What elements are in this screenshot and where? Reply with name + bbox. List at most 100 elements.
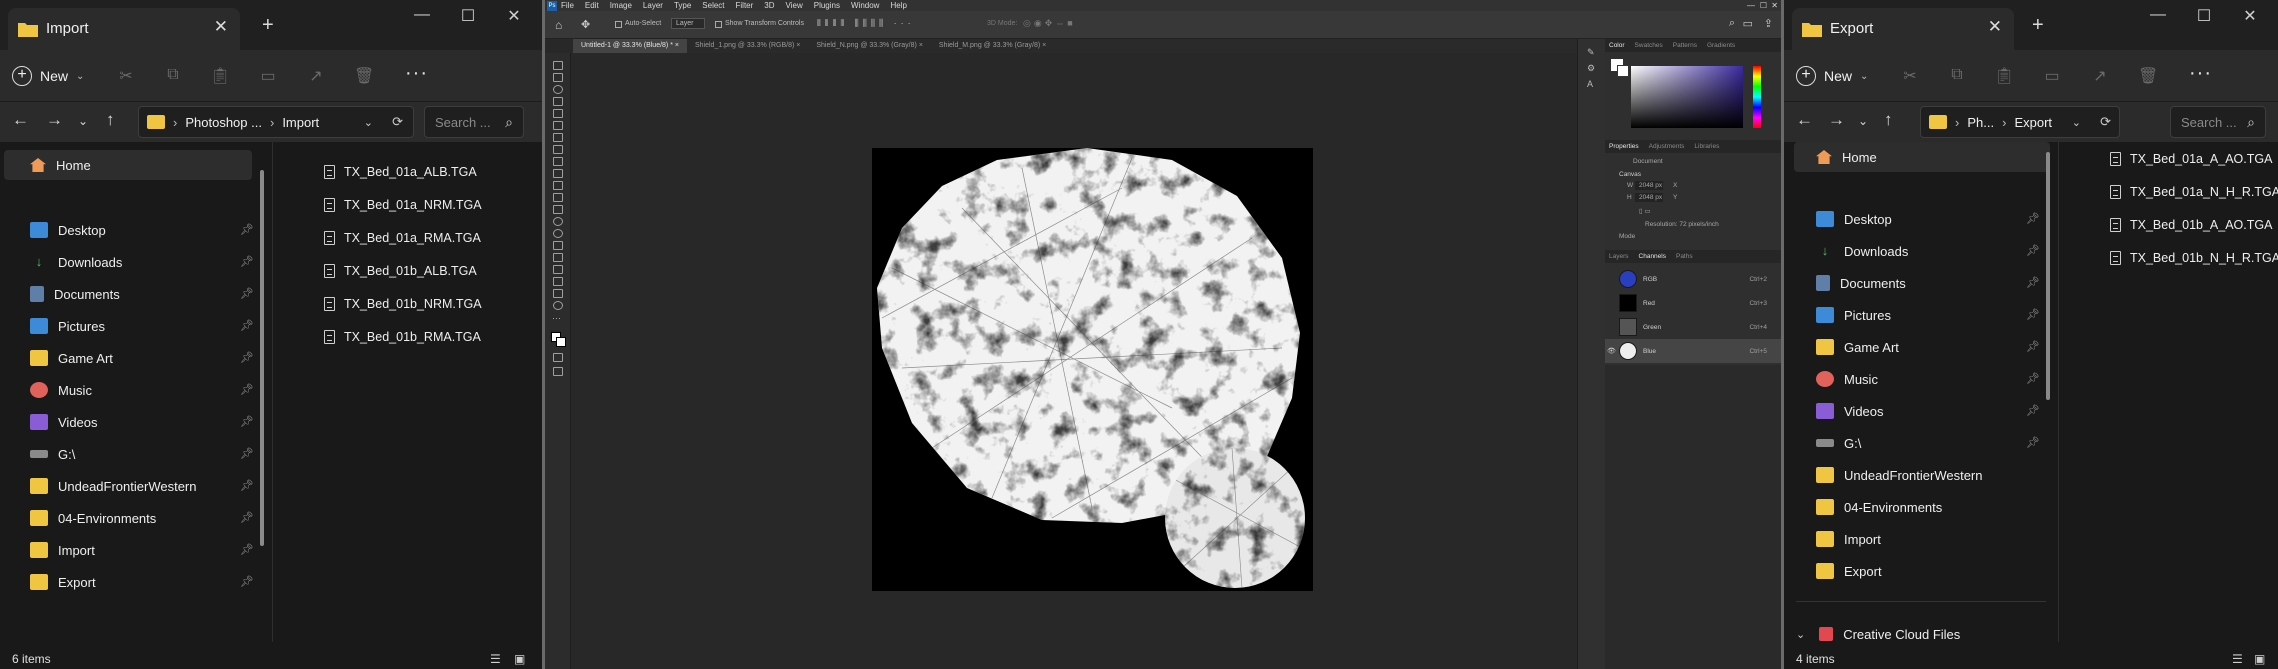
breadcrumb-item[interactable]: Export: [2014, 115, 2052, 130]
new-button[interactable]: + New ⌄: [12, 60, 84, 92]
tab-adjustments[interactable]: Adjustments: [1649, 143, 1685, 153]
document-canvas[interactable]: [872, 148, 1313, 591]
tab-properties[interactable]: Properties: [1609, 143, 1639, 153]
sidebar-item-04-environments[interactable]: 04-Environments: [1816, 492, 1942, 522]
tab-shield-1[interactable]: Shield_1.png @ 33.3% (RGB/8) ×: [687, 39, 808, 53]
forward-icon[interactable]: →: [46, 110, 63, 130]
pin-icon[interactable]: 📌︎: [2026, 244, 2040, 257]
quick-mask-icon[interactable]: [553, 353, 563, 362]
color-field[interactable]: [1631, 66, 1743, 128]
screen-mode-icon[interactable]: [553, 367, 563, 376]
tab-shield-m[interactable]: Shield_M.png @ 33.3% (Gray/8) ×: [931, 39, 1054, 53]
sidebar-item-home[interactable]: Home: [1794, 142, 2050, 172]
tab-channels[interactable]: Channels: [1639, 253, 1666, 263]
lasso-tool-icon[interactable]: [553, 85, 563, 94]
maximize-icon[interactable]: ☐: [1760, 1, 1767, 10]
up-icon[interactable]: ↑: [1884, 110, 1893, 130]
close-tab-icon[interactable]: ✕: [214, 17, 228, 37]
gradient-tool-icon[interactable]: [553, 205, 563, 214]
sidebar-item-pictures[interactable]: Pictures: [30, 311, 105, 341]
auto-select-checkbox[interactable]: [615, 21, 622, 28]
search-input[interactable]: Search ... ⌕: [2170, 106, 2266, 138]
back-icon[interactable]: ←: [1796, 110, 1813, 130]
pin-icon[interactable]: 📌︎: [240, 575, 254, 588]
sidebar-item-music[interactable]: Music: [30, 375, 92, 405]
tab-untitled-1[interactable]: Untitled-1 @ 33.3% (Blue/8) * ×: [573, 39, 687, 53]
tiles-view-icon[interactable]: ▣: [2254, 652, 2265, 666]
sidebar-item-desktop[interactable]: Desktop: [30, 215, 106, 245]
menu-filter[interactable]: Filter: [736, 1, 754, 10]
sidebar-item-04-environments[interactable]: 04-Environments: [30, 503, 156, 533]
pin-icon[interactable]: 📌︎: [240, 447, 254, 460]
delete-icon[interactable]: 🗑︎: [354, 66, 374, 86]
menu-3d[interactable]: 3D: [764, 1, 774, 10]
workspace-icon[interactable]: ▭: [1743, 17, 1753, 30]
file-item[interactable]: TX_Bed_01b_RMA.TGA: [324, 330, 481, 344]
minimize-icon[interactable]: —: [1747, 1, 1755, 10]
search-icon[interactable]: ⌕: [1729, 17, 1735, 30]
pin-icon[interactable]: 📌︎: [2026, 276, 2040, 289]
delete-icon[interactable]: 🗑︎: [2138, 66, 2158, 86]
menu-layer[interactable]: Layer: [643, 1, 663, 10]
pin-icon[interactable]: 📌︎: [2026, 212, 2040, 225]
sidebar-item-import[interactable]: Import: [1816, 524, 1881, 554]
menu-file[interactable]: File: [561, 1, 574, 10]
character-icon[interactable]: A: [1587, 79, 1593, 89]
recent-chevron-icon[interactable]: ⌄: [1858, 114, 1868, 128]
search-input[interactable]: Search ... ⌕: [424, 106, 524, 138]
sidebar-scrollbar[interactable]: [260, 170, 264, 546]
tab-export[interactable]: Export ✕: [1792, 8, 2014, 50]
chevron-down-icon[interactable]: ⌄: [2072, 116, 2081, 129]
sidebar-item-undeadfrontierwestern[interactable]: UndeadFrontierWestern: [1816, 460, 1983, 490]
breadcrumb-item[interactable]: Ph...: [1967, 115, 1994, 130]
pen-tool-icon[interactable]: [553, 241, 563, 250]
menu-type[interactable]: Type: [674, 1, 691, 10]
menu-view[interactable]: View: [786, 1, 803, 10]
forward-icon[interactable]: →: [1828, 110, 1845, 130]
pin-icon[interactable]: 📌︎: [240, 319, 254, 332]
menu-plugins[interactable]: Plugins: [814, 1, 840, 10]
new-tab-icon[interactable]: +: [2032, 14, 2044, 37]
artboard-tool-icon[interactable]: [553, 73, 563, 82]
eyedropper-tool-icon[interactable]: [553, 133, 563, 142]
pane-divider[interactable]: [2058, 142, 2059, 642]
share-icon[interactable]: ↗: [2090, 66, 2110, 86]
pane-divider[interactable]: [272, 142, 273, 642]
refresh-icon[interactable]: ⟳: [392, 114, 403, 130]
width-input[interactable]: 2048 px: [1635, 181, 1663, 190]
sidebar-scrollbar[interactable]: [2046, 152, 2050, 400]
sidebar-item-export[interactable]: Export: [30, 567, 96, 597]
sidebar-item-undeadfrontierwestern[interactable]: UndeadFrontierWestern: [30, 471, 197, 501]
menu-edit[interactable]: Edit: [585, 1, 599, 10]
copy-icon[interactable]: ⧉: [1947, 66, 1967, 86]
close-tab-icon[interactable]: ✕: [1988, 17, 2002, 37]
pin-icon[interactable]: 📌︎: [2026, 436, 2040, 449]
pin-icon[interactable]: 📌︎: [240, 415, 254, 428]
hand-tool-icon[interactable]: [553, 289, 563, 298]
sidebar-item-videos[interactable]: Videos: [1816, 396, 1884, 426]
sidebar-item-import[interactable]: Import: [30, 535, 95, 565]
transform-checkbox[interactable]: [715, 21, 722, 28]
tab-patterns[interactable]: Patterns: [1673, 42, 1697, 52]
pin-icon[interactable]: 📌︎: [2026, 404, 2040, 417]
dodge-tool-icon[interactable]: [553, 229, 563, 238]
channel-row-green[interactable]: Green Ctrl+4: [1605, 315, 1781, 339]
hue-slider[interactable]: [1753, 66, 1761, 128]
pin-icon[interactable]: 📌︎: [2026, 340, 2040, 353]
sidebar-item-g-drive[interactable]: G:\: [1816, 428, 1861, 458]
move-tool-icon[interactable]: ✥: [581, 18, 590, 31]
close-tab-icon[interactable]: ×: [919, 42, 923, 49]
chevron-down-icon[interactable]: ⌄: [364, 116, 373, 129]
tab-paths[interactable]: Paths: [1676, 253, 1693, 263]
share-icon[interactable]: ↗: [306, 66, 326, 86]
close-window-icon[interactable]: ✕: [494, 6, 534, 26]
pin-icon[interactable]: 📌︎: [240, 351, 254, 364]
file-item[interactable]: TX_Bed_01a_N_H_R.TGA: [2110, 185, 2278, 199]
share-icon[interactable]: ⇪: [1764, 17, 1773, 30]
path-select-tool-icon[interactable]: [553, 265, 563, 274]
zoom-tool-icon[interactable]: [553, 301, 563, 310]
more-options-icon[interactable]: ···: [405, 62, 428, 85]
sidebar-item-documents[interactable]: Documents: [1816, 268, 1906, 298]
file-item[interactable]: TX_Bed_01a_RMA.TGA: [324, 231, 481, 245]
channel-row-blue[interactable]: 👁︎ Blue Ctrl+5: [1605, 339, 1781, 363]
